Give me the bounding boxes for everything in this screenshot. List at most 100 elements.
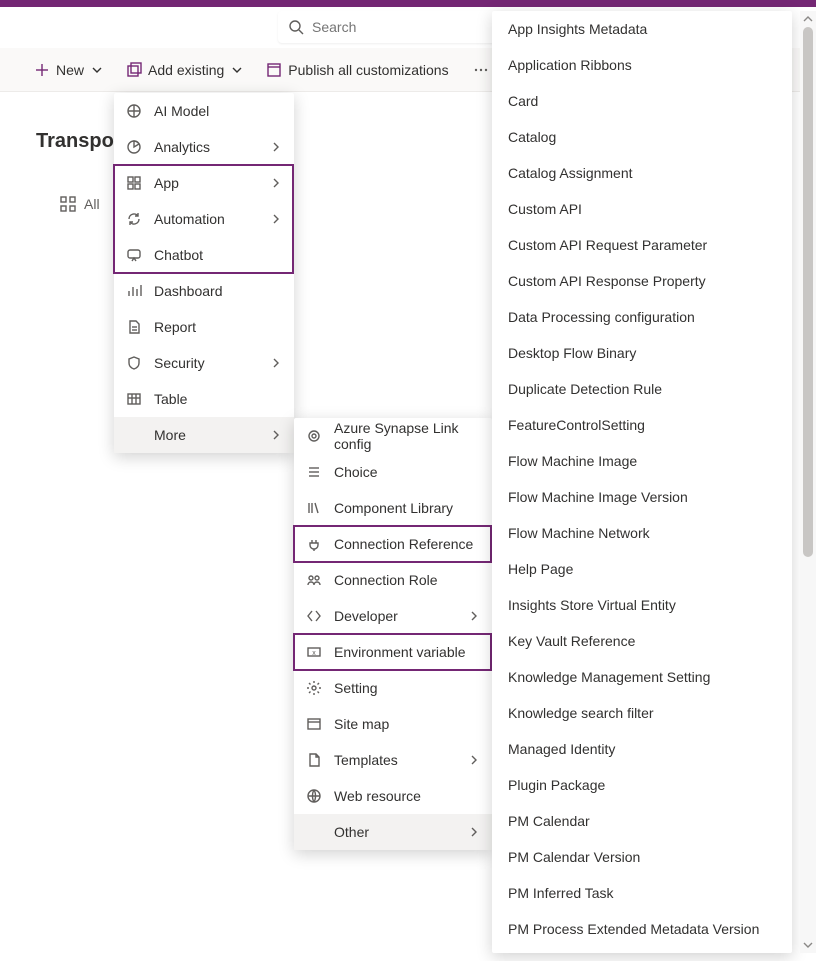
chevron-down-icon xyxy=(92,65,102,75)
menu-item[interactable]: Custom API Response Property xyxy=(492,263,792,299)
menu-item[interactable]: Web resource xyxy=(294,778,492,814)
menu-item[interactable]: Site map xyxy=(294,706,492,742)
menu-item[interactable]: Dashboard xyxy=(114,273,294,309)
plug-icon xyxy=(306,536,322,552)
menu-item[interactable]: Automation xyxy=(114,201,294,237)
menu-item[interactable]: PM Calendar Version xyxy=(492,839,792,875)
menu-item[interactable]: Flow Machine Network xyxy=(492,515,792,551)
menu-item[interactable]: App Insights Metadata xyxy=(492,11,792,47)
chevron-right-icon xyxy=(468,826,480,838)
menu-item[interactable]: Knowledge search filter xyxy=(492,695,792,731)
automation-icon xyxy=(126,211,142,227)
menu-item-label: Managed Identity xyxy=(508,741,776,757)
new-button[interactable]: New xyxy=(24,56,112,84)
menu-item[interactable]: Report xyxy=(114,309,294,345)
publish-label: Publish all customizations xyxy=(288,62,448,78)
menu-item-label: Catalog xyxy=(508,129,776,145)
menu-item-label: Card xyxy=(508,93,776,109)
menu-item[interactable]: Catalog Assignment xyxy=(492,155,792,191)
chevron-right-icon xyxy=(270,429,282,441)
menu-item[interactable]: Custom API Request Parameter xyxy=(492,227,792,263)
sitemap-icon xyxy=(306,716,322,732)
menu-item-label: Table xyxy=(154,391,282,407)
blank-icon xyxy=(126,427,142,443)
menu-item[interactable]: Insights Store Virtual Entity xyxy=(492,587,792,623)
menu-item[interactable]: Desktop Flow Binary xyxy=(492,335,792,371)
menu-item[interactable]: Data Processing configuration xyxy=(492,299,792,335)
menu-item[interactable]: Duplicate Detection Rule xyxy=(492,371,792,407)
add-existing-label: Add existing xyxy=(148,62,224,78)
menu-item-label: Custom API Response Property xyxy=(508,273,776,289)
menu-item-label: Flow Machine Network xyxy=(508,525,776,541)
grid-icon xyxy=(60,196,76,212)
menu-item[interactable]: PM Inferred Task xyxy=(492,875,792,911)
add-existing-button[interactable]: Add existing xyxy=(116,56,252,84)
menu-item-label: Knowledge Management Setting xyxy=(508,669,776,685)
menu-item[interactable]: Azure Synapse Link config xyxy=(294,418,492,454)
menu-item-label: Duplicate Detection Rule xyxy=(508,381,776,397)
menu-item[interactable]: Card xyxy=(492,83,792,119)
view-selector[interactable]: All xyxy=(60,196,100,212)
menu-item[interactable]: Custom API xyxy=(492,191,792,227)
scrollbar[interactable] xyxy=(800,11,816,953)
menu-item[interactable]: Flow Machine Image xyxy=(492,443,792,479)
chatbot-icon xyxy=(126,247,142,263)
menu-item-label: FeatureControlSetting xyxy=(508,417,776,433)
menu-item[interactable]: Key Vault Reference xyxy=(492,623,792,659)
menu-item-label: Chatbot xyxy=(154,247,282,263)
menu-item[interactable]: FeatureControlSetting xyxy=(492,407,792,443)
menu-item[interactable]: Knowledge Management Setting xyxy=(492,659,792,695)
publish-button[interactable]: Publish all customizations xyxy=(256,56,458,84)
menu-item-label: Application Ribbons xyxy=(508,57,776,73)
web-resource-icon xyxy=(306,788,322,804)
scroll-down-arrow-icon[interactable] xyxy=(800,937,816,953)
menu-item[interactable]: Table xyxy=(114,381,294,417)
chevron-right-icon xyxy=(270,213,282,225)
menu-item[interactable]: xEnvironment variable xyxy=(294,634,492,670)
menu-item[interactable]: Application Ribbons xyxy=(492,47,792,83)
table-icon xyxy=(126,391,142,407)
menu-item[interactable]: Analytics xyxy=(114,129,294,165)
menu-item[interactable]: Security xyxy=(114,345,294,381)
publish-icon xyxy=(266,62,282,78)
menu-item[interactable]: Developer xyxy=(294,598,492,634)
menu-item-label: Site map xyxy=(334,716,480,732)
menu-item[interactable]: Component Library xyxy=(294,490,492,526)
menu-item[interactable]: Chatbot xyxy=(114,237,294,273)
menu-item[interactable]: Connection Reference xyxy=(294,526,492,562)
menu-item-label: Security xyxy=(154,355,258,371)
menu-item[interactable]: Plugin Package xyxy=(492,767,792,803)
setting-icon xyxy=(306,680,322,696)
scroll-up-arrow-icon[interactable] xyxy=(800,11,816,27)
menu-item[interactable]: AI Model xyxy=(114,93,294,129)
menu-item-label: PM Process Extended Metadata Version xyxy=(508,921,776,937)
svg-text:x: x xyxy=(312,650,316,657)
security-icon xyxy=(126,355,142,371)
menu-item[interactable]: Choice xyxy=(294,454,492,490)
menu-item-label: Connection Role xyxy=(334,572,480,588)
menu-item[interactable]: Templates xyxy=(294,742,492,778)
view-all-label: All xyxy=(84,196,100,212)
menu-item-label: PM Inferred Task xyxy=(508,885,776,901)
menu-item-label: Templates xyxy=(334,752,456,768)
menu-item[interactable]: More xyxy=(114,417,294,453)
plus-icon xyxy=(34,62,50,78)
scrollbar-thumb[interactable] xyxy=(803,27,813,557)
menu-item[interactable]: Catalog xyxy=(492,119,792,155)
chevron-right-icon xyxy=(468,610,480,622)
menu-item[interactable]: Other xyxy=(294,814,492,850)
menu-item-label: Connection Reference xyxy=(334,536,480,552)
menu-item-label: Analytics xyxy=(154,139,258,155)
menu-item-label: Setting xyxy=(334,680,480,696)
menu-item[interactable]: PM Process Extended Metadata Version xyxy=(492,911,792,947)
menu-item[interactable]: Help Page xyxy=(492,551,792,587)
menu-item[interactable]: Connection Role xyxy=(294,562,492,598)
new-button-label: New xyxy=(56,62,84,78)
menu-item[interactable]: Managed Identity xyxy=(492,731,792,767)
menu-item[interactable]: Flow Machine Image Version xyxy=(492,479,792,515)
menu-item[interactable]: Setting xyxy=(294,670,492,706)
chevron-right-icon xyxy=(270,141,282,153)
menu-item[interactable]: PM Calendar xyxy=(492,803,792,839)
menu-item[interactable]: App xyxy=(114,165,294,201)
conn-role-icon xyxy=(306,572,322,588)
